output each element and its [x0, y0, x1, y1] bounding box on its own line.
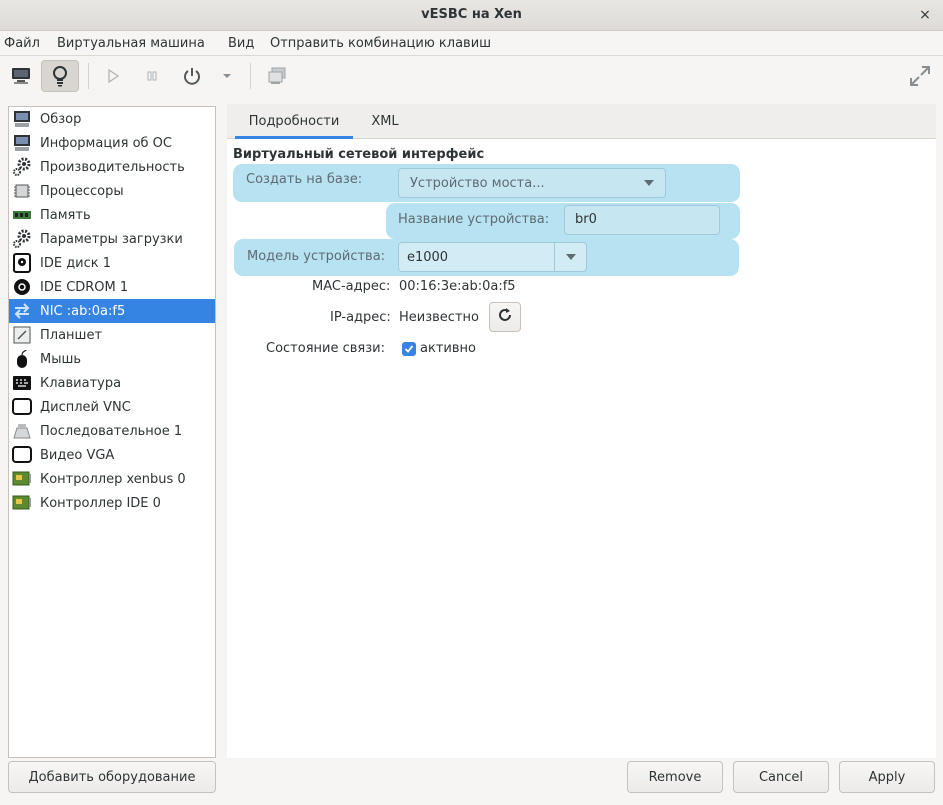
ip-label: IP-адрес:: [330, 310, 391, 325]
chevron-down-icon: [633, 169, 665, 197]
sidebar-item-display-vnc[interactable]: Дисплей VNC: [9, 395, 215, 419]
monitor-os-icon: [12, 133, 32, 153]
link-state-checkbox[interactable]: [402, 342, 416, 356]
source-dropdown[interactable]: Устройство моста...: [398, 168, 666, 198]
sidebar-item-keyboard[interactable]: Клавиатура: [9, 371, 215, 395]
serial-icon: [12, 421, 32, 441]
fullscreen-icon[interactable]: [905, 60, 935, 92]
sidebar-item-boot-options[interactable]: Параметры загрузки: [9, 227, 215, 251]
disk-icon: [12, 253, 32, 273]
sidebar-item-controller-xenbus[interactable]: Контроллер xenbus 0: [9, 467, 215, 491]
sidebar-item-label: IDE CDROM 1: [40, 279, 129, 295]
network-icon: [12, 301, 32, 321]
sidebar-item-label: Память: [40, 207, 91, 223]
power-icon[interactable]: [178, 60, 206, 92]
sidebar-item-label: Контроллер IDE 0: [40, 495, 161, 511]
sidebar-item-serial[interactable]: Последовательное 1: [9, 419, 215, 443]
sidebar-item-label: Мышь: [40, 351, 82, 367]
sidebar-item-label: Производительность: [40, 159, 185, 175]
sidebar-item-label: Информация об ОС: [40, 135, 172, 151]
cdrom-icon: [12, 277, 32, 297]
menu-virtual-machine[interactable]: Виртуальная машина: [57, 36, 205, 51]
screenshot-icon[interactable]: [263, 60, 291, 92]
lightbulb-icon[interactable]: [41, 60, 79, 92]
sidebar-item-label: Параметры загрузки: [40, 231, 183, 247]
sidebar-item-label: Видео VGA: [40, 447, 115, 463]
sidebar-item-overview[interactable]: Обзор: [9, 107, 215, 131]
monitor-info-icon: [12, 109, 32, 129]
window-title: vESBC на Xen: [421, 7, 522, 22]
tab-xml[interactable]: XML: [361, 104, 409, 139]
keyboard-icon: [12, 373, 32, 393]
memory-icon: [12, 205, 32, 225]
refresh-icon: [497, 307, 513, 327]
menu-file[interactable]: Файл: [4, 36, 40, 51]
gears-icon: [12, 157, 32, 177]
tab-bar: Подробности XML: [227, 104, 936, 139]
tab-details[interactable]: Подробности: [235, 104, 353, 139]
sidebar-item-ide-cdrom[interactable]: IDE CDROM 1: [9, 275, 215, 299]
menu-bar: Файл Виртуальная машина Вид Отправить ко…: [0, 32, 943, 56]
sidebar-item-label: Контроллер xenbus 0: [40, 471, 186, 487]
sidebar-item-video-vga[interactable]: Видео VGA: [9, 443, 215, 467]
play-icon[interactable]: [100, 60, 126, 92]
link-state-value: активно: [420, 341, 476, 356]
mouse-icon: [12, 349, 32, 369]
details-panel: Подробности XML Виртуальный сетевой инте…: [227, 104, 936, 758]
model-value: e1000: [407, 249, 449, 265]
tablet-icon: [12, 325, 32, 345]
title-bar: vESBC на Xen ×: [0, 0, 943, 31]
sidebar-item-memory[interactable]: Память: [9, 203, 215, 227]
toolbar: [0, 57, 943, 95]
sidebar-item-label: Обзор: [40, 111, 82, 127]
menu-send-key[interactable]: Отправить комбинацию клавиш: [270, 36, 491, 51]
sidebar-item-label: Процессоры: [40, 183, 124, 199]
remove-button[interactable]: Remove: [627, 761, 723, 793]
sidebar-item-label: Последовательное 1: [40, 423, 183, 439]
sidebar-item-os-info[interactable]: Информация об ОС: [9, 131, 215, 155]
mac-value: 00:16:3e:ab:0a:f5: [399, 279, 516, 294]
sidebar-item-ide-disk[interactable]: IDE диск 1: [9, 251, 215, 275]
model-label: Модель устройства:: [247, 249, 386, 264]
chevron-down-icon[interactable]: [554, 243, 586, 271]
sidebar-item-label: Планшет: [40, 327, 103, 343]
refresh-button[interactable]: [489, 302, 521, 332]
sidebar-item-label: Клавиатура: [40, 375, 122, 391]
device-name-field[interactable]: br0: [564, 205, 720, 235]
sidebar-item-label: Дисплей VNC: [40, 399, 131, 415]
sidebar-item-label: IDE диск 1: [40, 255, 112, 271]
toolbar-separator: [250, 63, 251, 89]
mac-label: MAC-адрес:: [312, 279, 391, 294]
controller-icon: [12, 493, 32, 513]
close-icon[interactable]: ×: [915, 5, 935, 25]
link-state-label: Состояние связи:: [266, 341, 385, 356]
sidebar-item-cpus[interactable]: Процессоры: [9, 179, 215, 203]
model-combobox[interactable]: e1000: [398, 242, 587, 272]
section-title: Виртуальный сетевой интерфейс: [233, 147, 485, 162]
dropdown-arrow-icon[interactable]: [216, 60, 238, 92]
sidebar-item-mouse[interactable]: Мышь: [9, 347, 215, 371]
controller-icon: [12, 469, 32, 489]
gears-icon: [12, 229, 32, 249]
display-icon: [12, 397, 32, 417]
add-hardware-button[interactable]: Добавить оборудование: [8, 761, 216, 793]
menu-view[interactable]: Вид: [228, 36, 254, 51]
apply-button[interactable]: Apply: [839, 761, 935, 793]
source-value: Устройство моста...: [410, 175, 545, 191]
toolbar-separator: [88, 63, 89, 89]
hardware-list: Обзор Информация об ОС Производительност…: [8, 106, 216, 758]
sidebar-item-label: NIC :ab:0a:f5: [40, 303, 126, 319]
cancel-button[interactable]: Cancel: [733, 761, 829, 793]
device-name-label: Название устройства:: [398, 212, 550, 227]
monitor-icon[interactable]: [6, 60, 36, 92]
sidebar-item-performance[interactable]: Производительность: [9, 155, 215, 179]
ip-value: Неизвестно: [399, 310, 479, 325]
cpu-icon: [12, 181, 32, 201]
sidebar-item-controller-ide[interactable]: Контроллер IDE 0: [9, 491, 215, 515]
source-label: Создать на базе:: [246, 172, 363, 187]
sidebar-item-nic[interactable]: NIC :ab:0a:f5: [9, 299, 215, 323]
sidebar-item-tablet[interactable]: Планшет: [9, 323, 215, 347]
video-icon: [12, 445, 32, 465]
pause-icon[interactable]: [139, 60, 165, 92]
